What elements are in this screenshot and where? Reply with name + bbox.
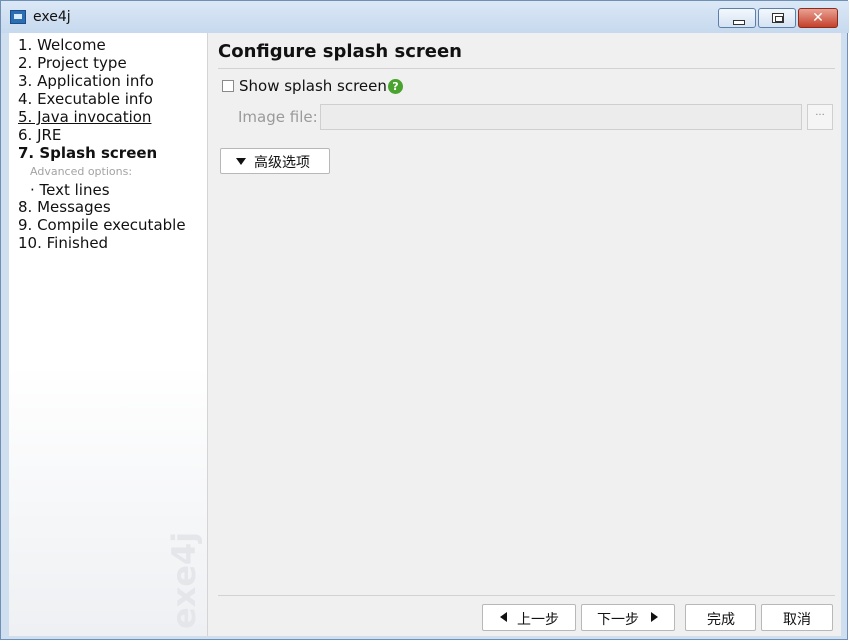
cancel-button[interactable]: 取消	[761, 604, 833, 631]
sidebar-item-executable-info[interactable]: 4. Executable info	[18, 90, 153, 108]
sidebar-item-java-invocation[interactable]: 5. Java invocation	[18, 108, 151, 126]
back-button[interactable]: 上一步	[482, 604, 576, 631]
help-icon[interactable]: ?	[388, 79, 403, 94]
browse-button[interactable]: ···	[807, 104, 833, 130]
triangle-down-icon	[236, 158, 246, 165]
advanced-options-button-label: 高级选项	[254, 155, 310, 171]
sidebar-item-messages[interactable]: 8. Messages	[18, 198, 111, 216]
footer-divider	[218, 595, 835, 596]
minimize-icon	[733, 20, 745, 25]
sidebar-item-application-info[interactable]: 3. Application info	[18, 72, 154, 90]
image-file-label: Image file:	[238, 108, 318, 126]
svg-text:exe4j: exe4j	[165, 532, 203, 629]
app-window: exe4j ✕ 1. Welcome 2. Project type 3. Ap…	[0, 0, 849, 640]
main-panel: Configure splash screen Show splash scre…	[208, 33, 841, 636]
heading-divider	[218, 68, 835, 69]
triangle-left-icon	[500, 612, 507, 622]
next-button-label: 下一步	[597, 612, 639, 628]
sidebar-item-project-type[interactable]: 2. Project type	[18, 54, 127, 72]
cancel-button-label: 取消	[783, 612, 811, 628]
sidebar-item-splash-screen[interactable]: 7. Splash screen	[18, 144, 157, 162]
next-button[interactable]: 下一步	[581, 604, 675, 631]
page-title: Configure splash screen	[218, 41, 462, 62]
title-bar[interactable]: exe4j ✕	[1, 1, 849, 33]
minimize-button[interactable]	[718, 8, 756, 28]
triangle-right-icon	[651, 612, 658, 622]
sidebar-item-compile-executable[interactable]: 9. Compile executable	[18, 216, 186, 234]
close-icon: ✕	[812, 10, 824, 26]
finish-button-label: 完成	[707, 612, 735, 628]
sidebar-item-welcome[interactable]: 1. Welcome	[18, 36, 106, 54]
window-title: exe4j	[33, 9, 71, 25]
advanced-options-label: Advanced options:	[30, 165, 133, 178]
show-splash-label[interactable]: Show splash screen	[239, 77, 387, 95]
close-button[interactable]: ✕	[798, 8, 838, 28]
maximize-button[interactable]	[758, 8, 796, 28]
exe4j-watermark-logo: exe4j	[165, 532, 203, 629]
app-icon	[10, 10, 26, 24]
finish-button[interactable]: 完成	[685, 604, 756, 631]
sidebar-item-jre[interactable]: 6. JRE	[18, 126, 61, 144]
image-file-input[interactable]	[320, 104, 802, 130]
maximize-icon	[772, 13, 784, 23]
sidebar-item-text-lines[interactable]: · Text lines	[30, 181, 110, 199]
show-splash-checkbox[interactable]	[222, 80, 234, 92]
back-button-label: 上一步	[517, 612, 559, 628]
wizard-steps-sidebar: 1. Welcome 2. Project type 3. Applicatio…	[9, 33, 208, 636]
sidebar-item-finished[interactable]: 10. Finished	[18, 234, 108, 252]
advanced-options-button[interactable]: 高级选项	[220, 148, 330, 174]
